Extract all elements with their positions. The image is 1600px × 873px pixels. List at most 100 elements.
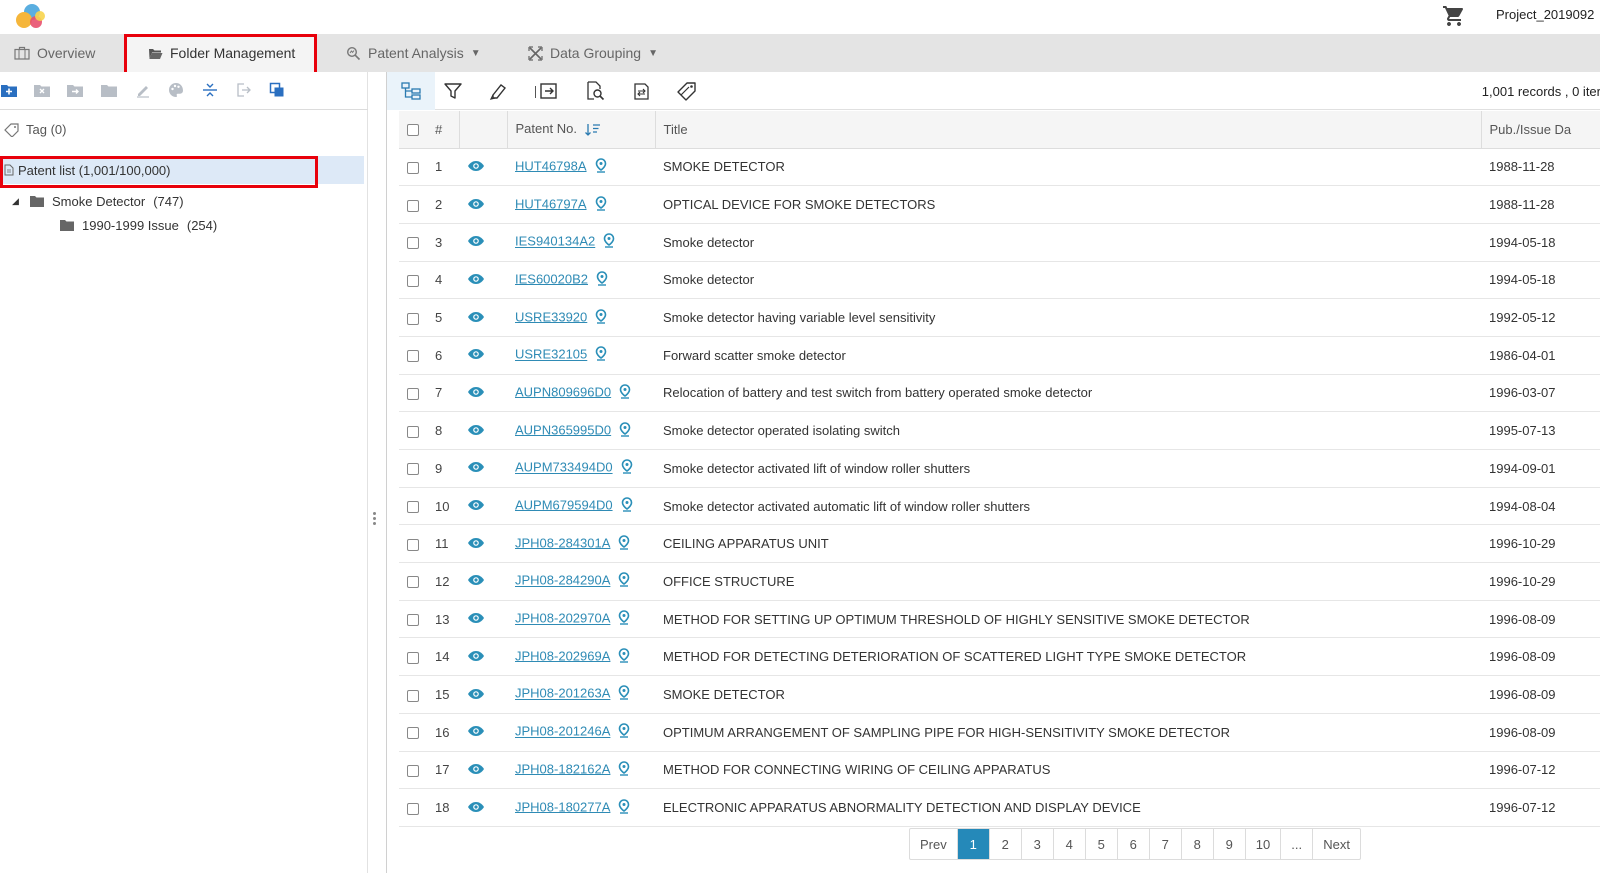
eye-icon[interactable] (467, 801, 485, 816)
map-pin-icon[interactable] (595, 346, 607, 364)
patent-number-link[interactable]: AUPM679594D0 (515, 497, 613, 512)
row-view-cell[interactable] (459, 223, 507, 261)
tree-item-1990-1999-issue[interactable]: 1990-1999 Issue (254) (60, 218, 217, 233)
row-select-cell[interactable] (399, 374, 427, 412)
patent-number-link[interactable]: AUPN365995D0 (515, 422, 611, 437)
move-folder-icon[interactable] (66, 81, 84, 99)
table-row[interactable]: 5 USRE33920 Smoke detector having variable… (399, 299, 1600, 337)
export-icon[interactable] (234, 81, 252, 99)
row-select-cell[interactable] (399, 223, 427, 261)
patent-number-link[interactable]: JPH08-284290A (515, 573, 610, 588)
column-header-pub-date[interactable]: Pub./Issue Da (1480, 111, 1600, 149)
row-view-cell[interactable] (459, 525, 507, 563)
patent-number-link[interactable]: IES60020B2 (515, 271, 588, 286)
compare-documents-icon[interactable] (630, 79, 654, 103)
next-page-button[interactable]: Next (1313, 829, 1360, 859)
eye-icon[interactable] (467, 424, 485, 439)
row-view-cell[interactable] (459, 676, 507, 714)
page-button[interactable]: 3 (1022, 829, 1054, 859)
row-checkbox[interactable] (407, 727, 419, 740)
patent-number-link[interactable]: JPH08-284301A (515, 535, 610, 550)
map-pin-icon[interactable] (619, 421, 631, 440)
table-row[interactable]: 17 JPH08-182162A METHOD FOR CONNECTING WIR… (399, 751, 1600, 789)
patent-number-link[interactable]: HUT46797A (515, 196, 587, 211)
map-pin-icon[interactable] (618, 685, 630, 703)
map-pin-icon[interactable] (595, 158, 607, 176)
eye-icon[interactable] (467, 461, 485, 476)
eye-icon[interactable] (467, 763, 485, 778)
row-view-cell[interactable] (459, 487, 507, 525)
table-row[interactable]: 1 HUT46798A SMOKE DETECTOR 1988-11-28 (399, 148, 1600, 186)
column-header-title[interactable]: Title (654, 111, 1481, 149)
expand-triangle-icon[interactable]: ◢ (12, 196, 22, 207)
delete-folder-icon[interactable] (33, 81, 51, 99)
patent-number-link[interactable]: IES940134A2 (515, 234, 595, 249)
patent-number-link[interactable]: JPH08-201246A (515, 724, 610, 739)
table-row[interactable]: 8 AUPN365995D0 Smoke detector operated iso… (399, 412, 1600, 450)
table-row[interactable]: 2 HUT46797A OPTICAL DEVICE FOR SMOKE DETEC… (399, 186, 1600, 224)
row-checkbox[interactable] (407, 463, 419, 476)
row-view-cell[interactable] (459, 713, 507, 751)
filter-icon[interactable] (441, 79, 465, 103)
tab-patent-analysis[interactable]: Patent Analysis ▼ (346, 34, 486, 72)
patent-number-link[interactable]: JPH08-202969A (515, 648, 610, 663)
row-select-cell[interactable] (399, 487, 427, 525)
copy-icon[interactable] (268, 81, 286, 99)
row-checkbox[interactable] (407, 576, 419, 589)
row-view-cell[interactable] (459, 186, 507, 224)
eye-icon[interactable] (467, 537, 485, 552)
row-checkbox[interactable] (407, 161, 419, 174)
row-select-cell[interactable] (399, 713, 427, 751)
eye-icon[interactable] (467, 348, 485, 363)
eye-icon[interactable] (467, 688, 485, 703)
row-view-cell[interactable] (459, 374, 507, 412)
patent-list-item[interactable]: Patent list (1,001/100,000) (0, 156, 364, 184)
row-view-cell[interactable] (459, 789, 507, 827)
map-pin-icon[interactable] (618, 572, 630, 590)
row-view-cell[interactable] (459, 261, 507, 299)
table-row[interactable]: 10 AUPM679594D0 Smoke detector activated a… (399, 487, 1600, 525)
page-button[interactable]: 6 (1118, 829, 1150, 859)
page-button[interactable]: 4 (1054, 829, 1086, 859)
row-checkbox[interactable] (407, 538, 419, 551)
page-button[interactable]: 9 (1214, 829, 1246, 859)
map-pin-icon[interactable] (618, 761, 630, 779)
patent-number-link[interactable]: USRE32105 (515, 347, 587, 362)
row-select-cell[interactable] (399, 412, 427, 450)
map-pin-icon[interactable] (596, 271, 608, 289)
row-select-cell[interactable] (399, 638, 427, 676)
map-pin-icon[interactable] (621, 459, 633, 477)
row-checkbox[interactable] (407, 614, 419, 627)
table-row[interactable]: 15 JPH08-201263A SMOKE DETECTOR 1996-08-09 (399, 676, 1600, 714)
page-button[interactable]: 2 (990, 829, 1022, 859)
patent-number-link[interactable]: JPH08-201263A (515, 686, 610, 701)
patent-number-link[interactable]: JPH08-182162A (515, 761, 610, 776)
row-checkbox[interactable] (407, 501, 419, 514)
project-name[interactable]: Project_2019092 (1496, 7, 1594, 22)
row-view-cell[interactable] (459, 751, 507, 789)
eye-icon[interactable] (467, 612, 485, 627)
row-checkbox[interactable] (407, 425, 419, 438)
highlight-pen-icon[interactable] (487, 79, 511, 103)
eye-icon[interactable] (467, 725, 485, 740)
map-pin-icon[interactable] (595, 195, 607, 214)
row-select-cell[interactable] (399, 525, 427, 563)
row-select-cell[interactable] (399, 751, 427, 789)
eye-icon[interactable] (467, 311, 485, 326)
tab-overview[interactable]: Overview (14, 34, 114, 72)
map-pin-icon[interactable] (621, 497, 633, 515)
cart-icon[interactable] (1440, 4, 1468, 28)
eye-icon[interactable] (467, 650, 485, 665)
prev-page-button[interactable]: Prev (910, 829, 958, 859)
tab-data-grouping[interactable]: Data Grouping ▼ (528, 34, 668, 72)
row-select-cell[interactable] (399, 563, 427, 601)
row-checkbox[interactable] (407, 802, 419, 815)
eye-icon[interactable] (467, 273, 485, 288)
page-button[interactable]: 7 (1150, 829, 1182, 859)
eye-icon[interactable] (467, 160, 485, 175)
table-row[interactable]: 12 JPH08-284290A OFFICE STRUCTURE 1996-10-2… (399, 563, 1600, 601)
row-view-cell[interactable] (459, 412, 507, 450)
patent-number-link[interactable]: JPH08-180277A (515, 799, 610, 814)
panel-splitter-handle[interactable] (373, 510, 377, 530)
tree-item-smoke-detector[interactable]: ◢ Smoke Detector (747) (12, 194, 184, 209)
